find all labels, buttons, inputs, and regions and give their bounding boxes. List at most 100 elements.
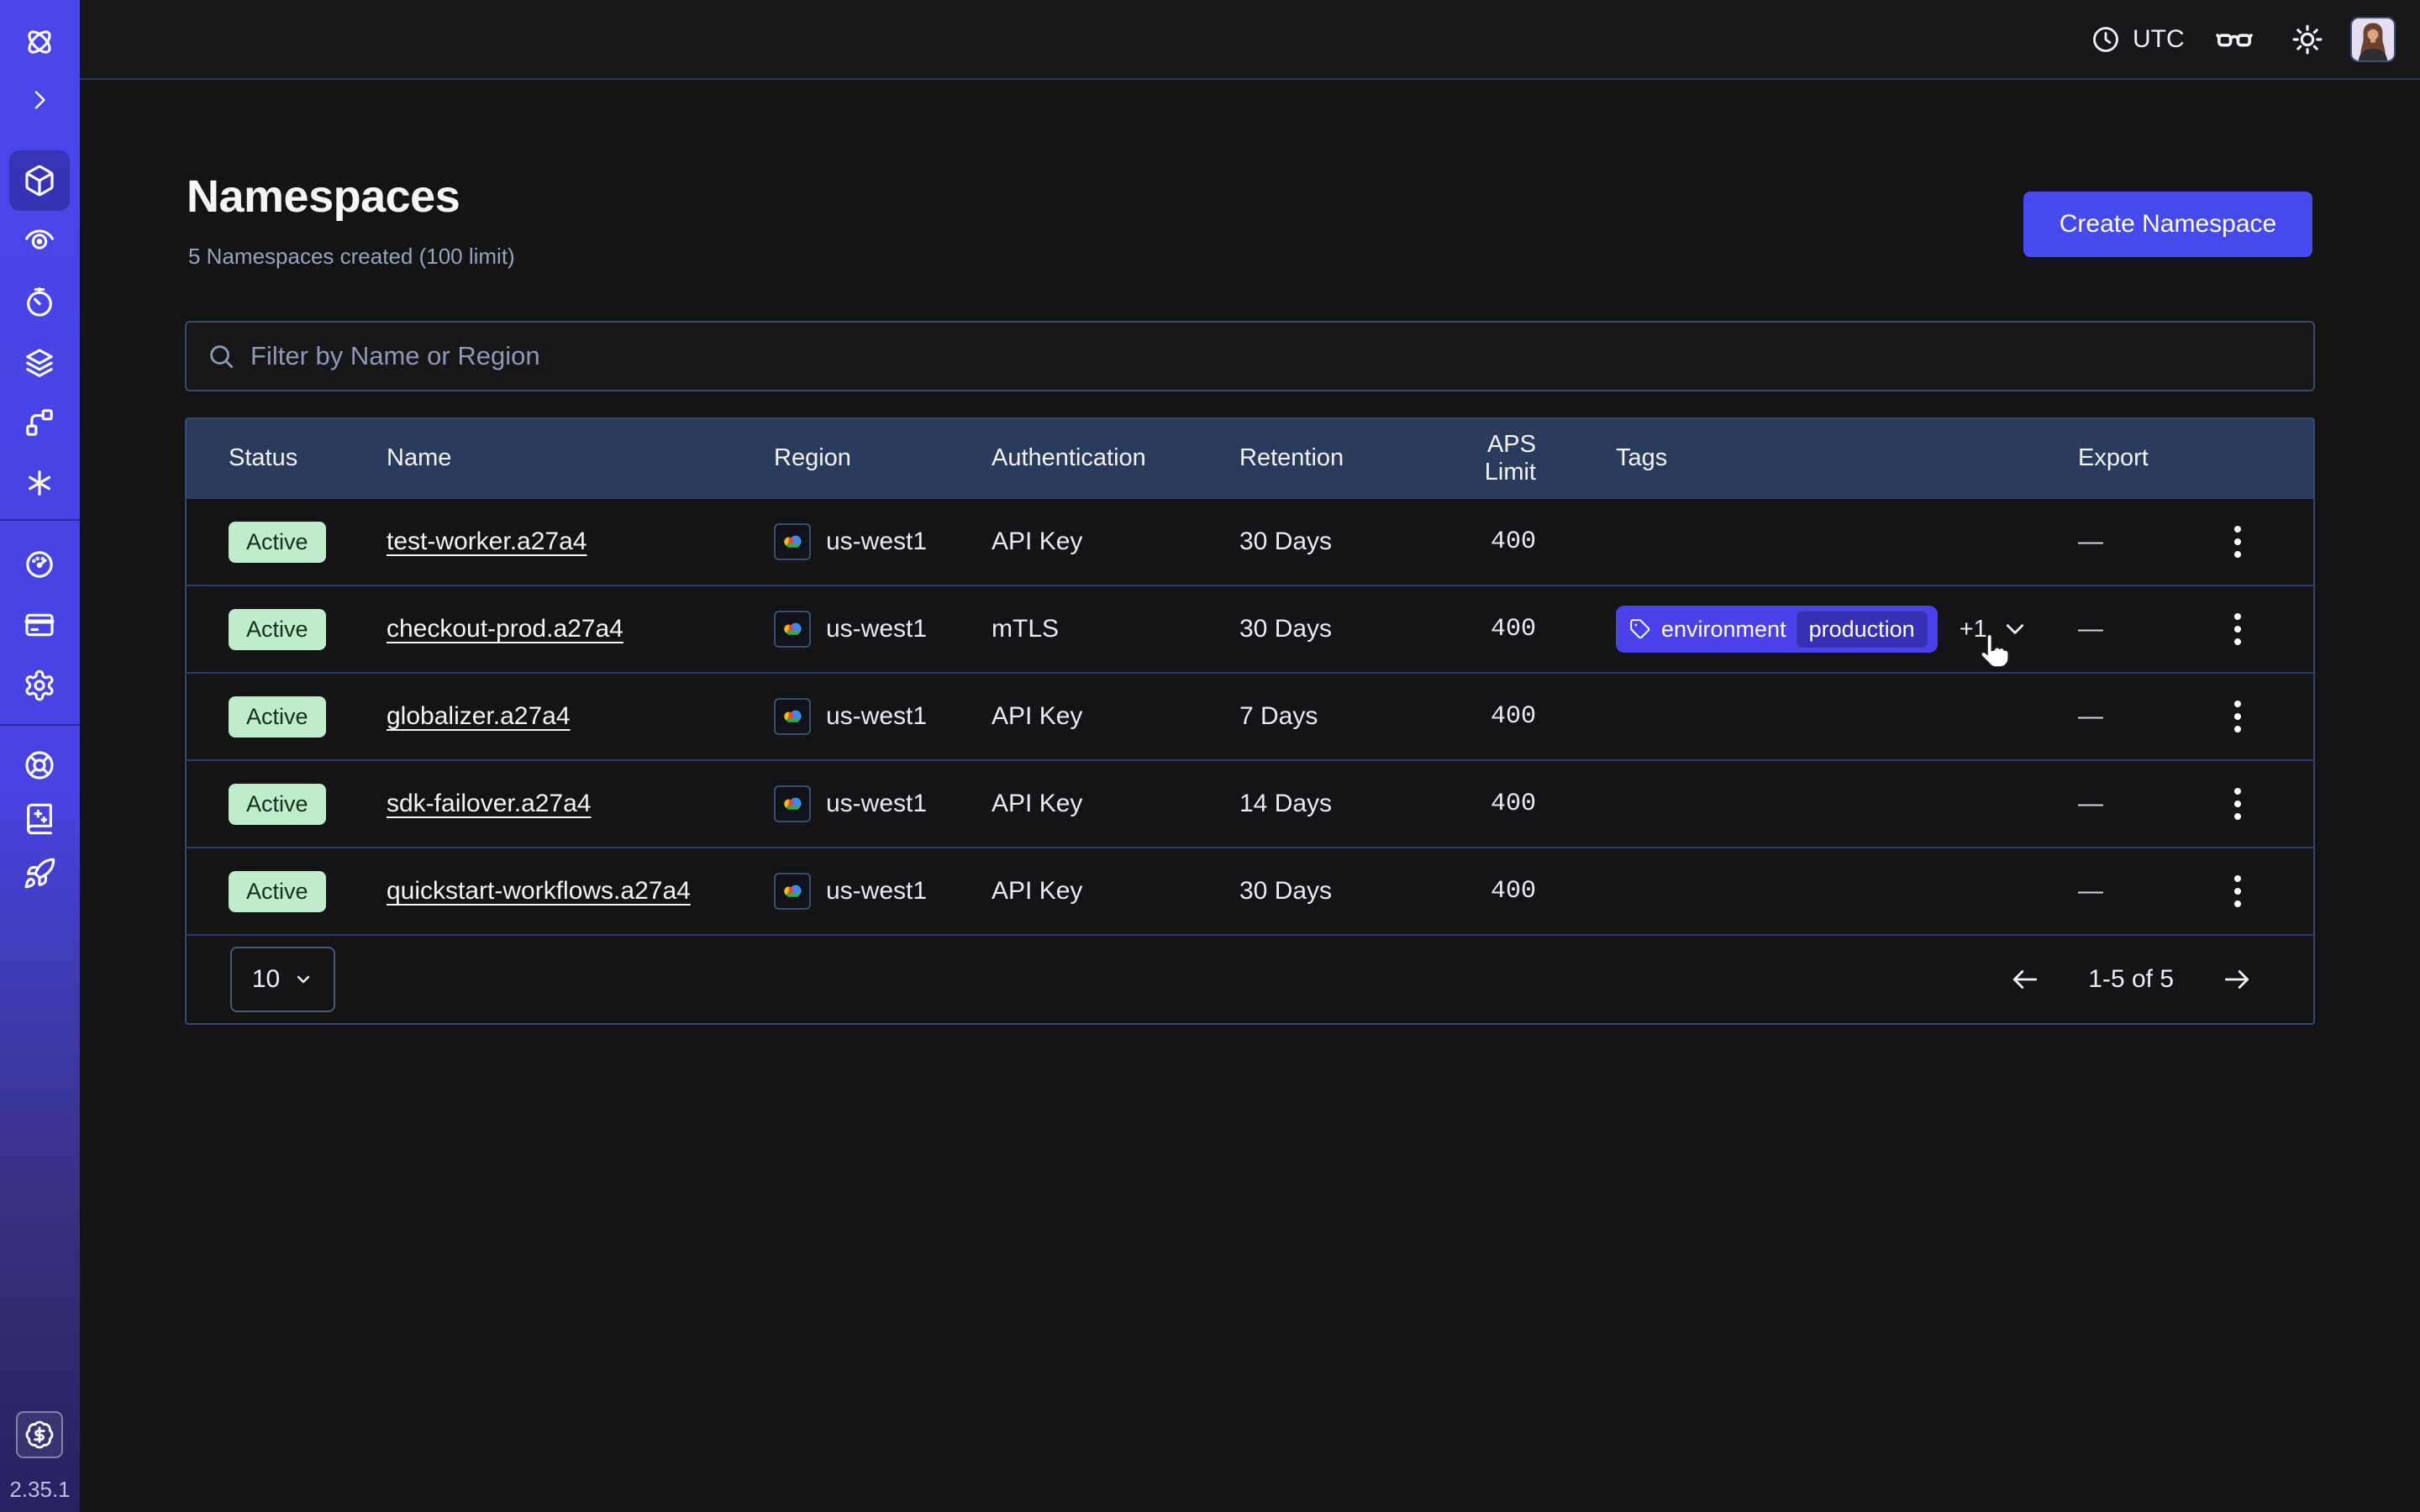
next-page-button[interactable] [2221,963,2253,995]
region-label: us-west1 [826,877,927,906]
namespace-link[interactable]: sdk-failover.a27a4 [387,790,592,817]
filter-bar [185,321,2315,391]
clock-icon [2091,24,2121,55]
auth-method: API Key [992,790,1239,818]
col-name: Name [387,444,774,472]
retention-value: 30 Days [1239,877,1435,906]
sidebar-item-billing[interactable] [13,598,66,652]
tag-pill[interactable]: environment production [1616,606,1938,653]
temporal-logo-icon[interactable] [13,15,66,69]
app-window: 2.35.1 UTC Namespaces 5 Namespaces creat… [0,0,2420,1512]
chevron-down-icon [293,969,313,990]
region-label: us-west1 [826,615,927,643]
page-title: Namespaces [187,171,460,223]
sidebar-item-deployments[interactable] [13,336,66,390]
aps-limit-value: 400 [1435,702,1536,731]
aps-limit-value: 400 [1435,615,1536,643]
tag-value: production [1797,612,1928,648]
auth-method: API Key [992,702,1239,731]
col-retention: Retention [1239,444,1435,472]
gcp-region-icon [774,785,811,822]
pagination: 1-5 of 5 [2009,963,2253,995]
usage-gauge-icon [23,548,56,581]
export-value: — [2071,528,2195,556]
page-size-value: 10 [252,965,280,994]
settings-gear-icon [23,669,56,702]
retention-value: 7 Days [1239,702,1435,731]
tags-more-count: +1 [1960,616,1987,643]
table-footer: 10 1-5 of 5 [187,934,2313,1023]
region-label: us-west1 [826,702,927,731]
table-row: Active checkout-prod.a27a4 us-west1 mTLS… [187,585,2313,672]
col-aps-limit: APS Limit [1435,431,1536,486]
row-actions-kebab-icon[interactable] [2228,519,2248,564]
sidebar-item-namespaces[interactable] [9,150,70,211]
sidebar-item-batch-operations[interactable] [13,456,66,510]
retention-value: 30 Days [1239,528,1435,556]
sidebar-item-getting-started[interactable] [13,847,66,900]
sidebar-item-docs[interactable] [13,792,66,846]
sidebar-item-nexus[interactable] [13,213,66,266]
namespace-link[interactable]: globalizer.a27a4 [387,702,571,730]
auth-method: mTLS [992,615,1239,643]
plan-badge-button[interactable] [16,1411,63,1458]
batch-asterisk-icon [23,466,56,500]
col-tags: Tags [1536,444,2071,472]
row-actions-kebab-icon[interactable] [2228,781,2248,827]
gcp-region-icon [774,611,811,648]
row-actions-kebab-icon[interactable] [2228,694,2248,739]
sidebar-expand-chevron-right-icon[interactable] [13,73,66,127]
docs-book-icon [23,802,56,836]
tags-expand-chevron-icon[interactable] [2002,617,2028,642]
row-actions-kebab-icon[interactable] [2228,606,2248,652]
auth-method: API Key [992,528,1239,556]
auth-method: API Key [992,877,1239,906]
schedules-timer-icon [23,286,56,319]
sidebar-item-support[interactable] [13,738,66,792]
tag-icon [1629,618,1651,640]
timezone-selector[interactable]: UTC [2091,0,2185,78]
labs-toggle[interactable] [2215,0,2254,78]
col-status: Status [187,444,387,472]
pagination-range: 1-5 of 5 [2088,965,2174,994]
glasses-icon [2215,20,2254,59]
namespace-link[interactable]: checkout-prod.a27a4 [387,615,623,643]
badge-dollar-icon [24,1420,55,1450]
sidebar-item-usage[interactable] [13,538,66,591]
status-badge: Active [229,522,326,563]
table-row: Active globalizer.a27a4 us-west1 API Key… [187,672,2313,759]
sidebar-divider [0,519,80,521]
namespace-link[interactable]: test-worker.a27a4 [387,528,587,555]
table-row: Active sdk-failover.a27a4 us-west1 API K… [187,759,2313,847]
gcp-region-icon [774,523,811,560]
table-row: Active test-worker.a27a4 us-west1 API Ke… [187,497,2313,585]
status-badge: Active [229,784,326,825]
sidebar-item-settings[interactable] [13,659,66,712]
filter-input[interactable] [250,341,2293,371]
timezone-label: UTC [2133,25,2185,54]
export-value: — [2071,790,2195,818]
gcp-region-icon [774,698,811,735]
export-value: — [2071,877,2195,906]
theme-toggle[interactable] [2291,0,2324,78]
region-label: us-west1 [826,790,927,818]
sidebar-item-workflows[interactable] [13,396,66,449]
row-actions-kebab-icon[interactable] [2228,869,2248,914]
sun-icon [2291,23,2324,56]
prev-page-button[interactable] [2009,963,2041,995]
topbar: UTC [80,0,2420,80]
sidebar: 2.35.1 [0,0,80,1512]
nexus-eye-icon [23,223,56,256]
workflow-branch-icon [23,406,56,439]
page-size-select[interactable]: 10 [230,947,335,1012]
aps-limit-value: 400 [1435,528,1536,556]
sidebar-item-schedules[interactable] [13,276,66,329]
aps-limit-value: 400 [1435,790,1536,818]
create-namespace-button[interactable]: Create Namespace [2023,192,2312,257]
app-version: 2.35.1 [0,1477,80,1503]
namespace-link[interactable]: quickstart-workflows.a27a4 [387,877,691,905]
aps-limit-value: 400 [1435,877,1536,906]
status-badge: Active [229,871,326,912]
user-avatar[interactable] [2350,17,2396,62]
retention-value: 14 Days [1239,790,1435,818]
